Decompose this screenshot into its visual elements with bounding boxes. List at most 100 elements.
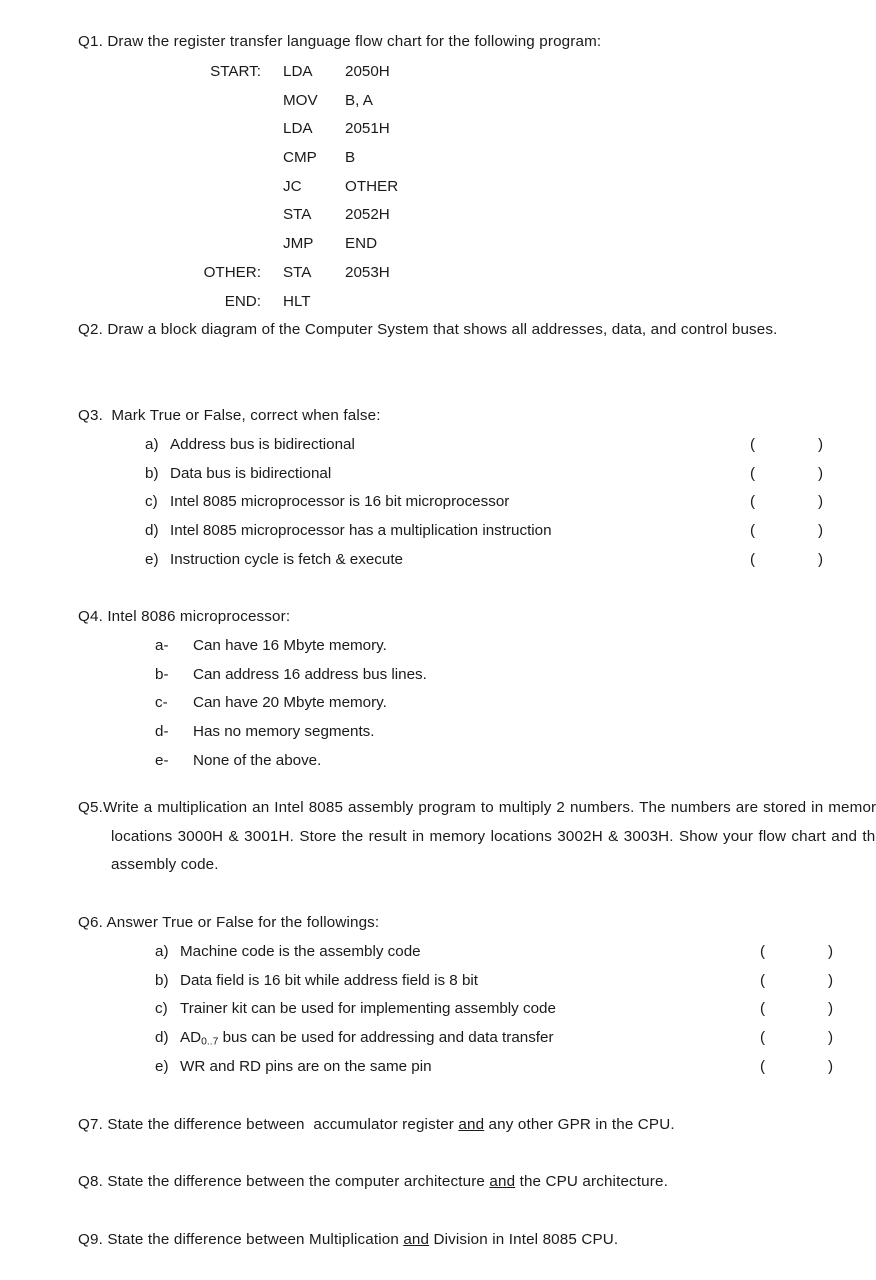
q2-text: Draw a block diagram of the Computer Sys… [107,321,778,338]
code-operand: OTHER [345,177,399,195]
code-operand: 2052H [345,206,390,224]
question-9: Q9. State the difference between Multipl… [78,1226,858,1255]
answer-paren-close[interactable]: ) [828,995,833,1024]
answer-paren-open[interactable]: ( [750,517,755,546]
q8-text-post: the CPU architecture. [515,1173,668,1190]
option-row[interactable]: e- None of the above. [155,747,755,776]
answer-paren-close[interactable]: ) [828,1053,833,1082]
item-text-post: bus can be used for addressing and data … [218,1029,554,1047]
answer-paren-open[interactable]: ( [760,1053,765,1082]
q8-underlined-word: and [489,1173,516,1190]
code-operand: 2051H [345,120,390,138]
q8-label: Q8. [78,1173,103,1190]
item-marker: d) [155,1029,169,1047]
code-mnemonic: LDA [283,63,313,80]
q5-text: Write a multiplication an Intel 8085 ass… [102,799,876,874]
question-8: Q8. State the difference between the com… [78,1168,858,1197]
q7-text-pre: State the difference between accumulator… [107,1116,459,1133]
code-mnemonic: HLT [283,292,311,310]
item-text: Intel 8085 microprocessor is 16 bit micr… [170,493,510,511]
answer-paren-open[interactable]: ( [750,460,755,489]
option-row[interactable]: c- Can have 20 Mbyte memory. [155,689,755,718]
true-false-row: c) Intel 8085 microprocessor is 16 bit mi… [145,488,845,517]
assembly-program-listing: START: LDA 2050H MOV B, A LDA 2051H CMP B JC OTHER… [78,58,399,317]
true-false-row: a) Address bus is bidirectional () [145,431,845,460]
answer-paren-open[interactable]: ( [750,431,755,460]
answer-paren-close[interactable]: ) [828,1024,833,1053]
question-5: Q5.Write a multiplication an Intel 8085 … [78,794,876,880]
item-subscript: 0..7 [201,1036,219,1048]
code-row: MOV B, A [78,87,398,116]
exam-page: Q1. Draw the register transfer language … [0,0,876,1280]
option-row[interactable]: b- Can address 16 address bus lines. [155,661,755,690]
option-text: Can have 16 Mbyte memory. [193,637,387,654]
answer-paren-open[interactable]: ( [750,488,755,517]
answer-paren-close[interactable]: ) [818,517,823,546]
code-row: JC OTHER [78,173,398,202]
code-label: OTHER: [203,263,261,281]
item-marker: e) [155,1057,169,1075]
code-mnemonic: CMP [283,149,317,167]
code-row: JMP END [78,230,398,259]
question-6-item-list: a) Machine code is the assembly code () b) D… [155,938,855,1081]
question-6-prompt: Q6. Answer True or False for the followi… [78,909,818,938]
true-false-row: d) Intel 8085 microprocessor has a multip… [145,517,845,546]
answer-paren-open[interactable]: ( [760,938,765,967]
code-label: START: [210,63,261,80]
code-mnemonic: JC [283,177,302,195]
q7-underlined-word: and [458,1116,485,1133]
answer-paren-close[interactable]: ) [818,546,823,575]
answer-paren-close[interactable]: ) [828,967,833,996]
question-2: Q2. Draw a block diagram of the Computer… [78,316,839,345]
item-text: Instruction cycle is fetch & execute [170,550,403,568]
q5-label: Q5. [78,799,103,816]
code-mnemonic: JMP [283,235,314,253]
answer-paren-open[interactable]: ( [750,546,755,575]
code-row: END: HLT [78,288,398,317]
answer-paren-close[interactable]: ) [828,938,833,967]
option-text: Can address 16 address bus lines. [193,665,427,683]
answer-paren-close[interactable]: ) [818,431,823,460]
q3-label: Q3. [78,407,103,424]
q9-text-post: Division in Intel 8085 CPU. [429,1231,619,1248]
answer-paren-open[interactable]: ( [760,995,765,1024]
question-4-prompt: Q4. Intel 8086 microprocessor: [78,603,818,632]
item-text: Trainer kit can be used for implementing… [180,1000,556,1018]
question-4-option-list: a- Can have 16 Mbyte memory. b- Can address… [155,632,755,775]
item-text: Machine code is the assembly code [180,943,421,960]
item-marker: a) [145,436,159,453]
question-1-prompt: Q1. Draw the register transfer language … [78,28,818,57]
code-operand: B [345,149,356,167]
true-false-row: c) Trainer kit can be used for implementi… [155,995,855,1024]
question-3-prompt: Q3. Mark True or False, correct when fal… [78,402,818,431]
answer-paren-open[interactable]: ( [760,967,765,996]
code-mnemonic: LDA [283,120,313,138]
true-false-row: d) AD0..7 bus can be used for addressing … [155,1024,855,1053]
item-text: Data bus is bidirectional [170,464,332,482]
option-marker: e- [155,751,169,769]
item-marker: b) [155,971,169,989]
option-text: Has no memory segments. [193,723,375,741]
true-false-row: e) Instruction cycle is fetch & execute () [145,546,845,575]
option-row[interactable]: a- Can have 16 Mbyte memory. [155,632,755,661]
item-text: WR and RD pins are on the same pin [180,1057,432,1075]
answer-paren-close[interactable]: ) [818,488,823,517]
option-row[interactable]: d- Has no memory segments. [155,718,755,747]
code-row: OTHER: STA 2053H [78,259,398,288]
q1-prompt-text: Draw the register transfer language flow… [107,33,602,50]
item-marker: b) [145,464,159,482]
option-text: Can have 20 Mbyte memory. [193,694,387,712]
question-7: Q7. State the difference between accumul… [78,1111,858,1140]
code-mnemonic: MOV [283,91,318,109]
q4-prompt-text: Intel 8086 microprocessor: [107,608,291,625]
item-marker: c) [155,1000,168,1018]
code-operand: 2053H [345,263,390,281]
item-text: Address bus is bidirectional [170,436,355,453]
answer-paren-close[interactable]: ) [818,460,823,489]
answer-paren-open[interactable]: ( [760,1024,765,1053]
q2-label: Q2. [78,321,103,338]
q6-prompt-text: Answer True or False for the followings: [106,914,380,931]
code-operand: B, A [345,91,373,109]
code-row: CMP B [78,144,398,173]
true-false-row: a) Machine code is the assembly code () [155,938,855,967]
